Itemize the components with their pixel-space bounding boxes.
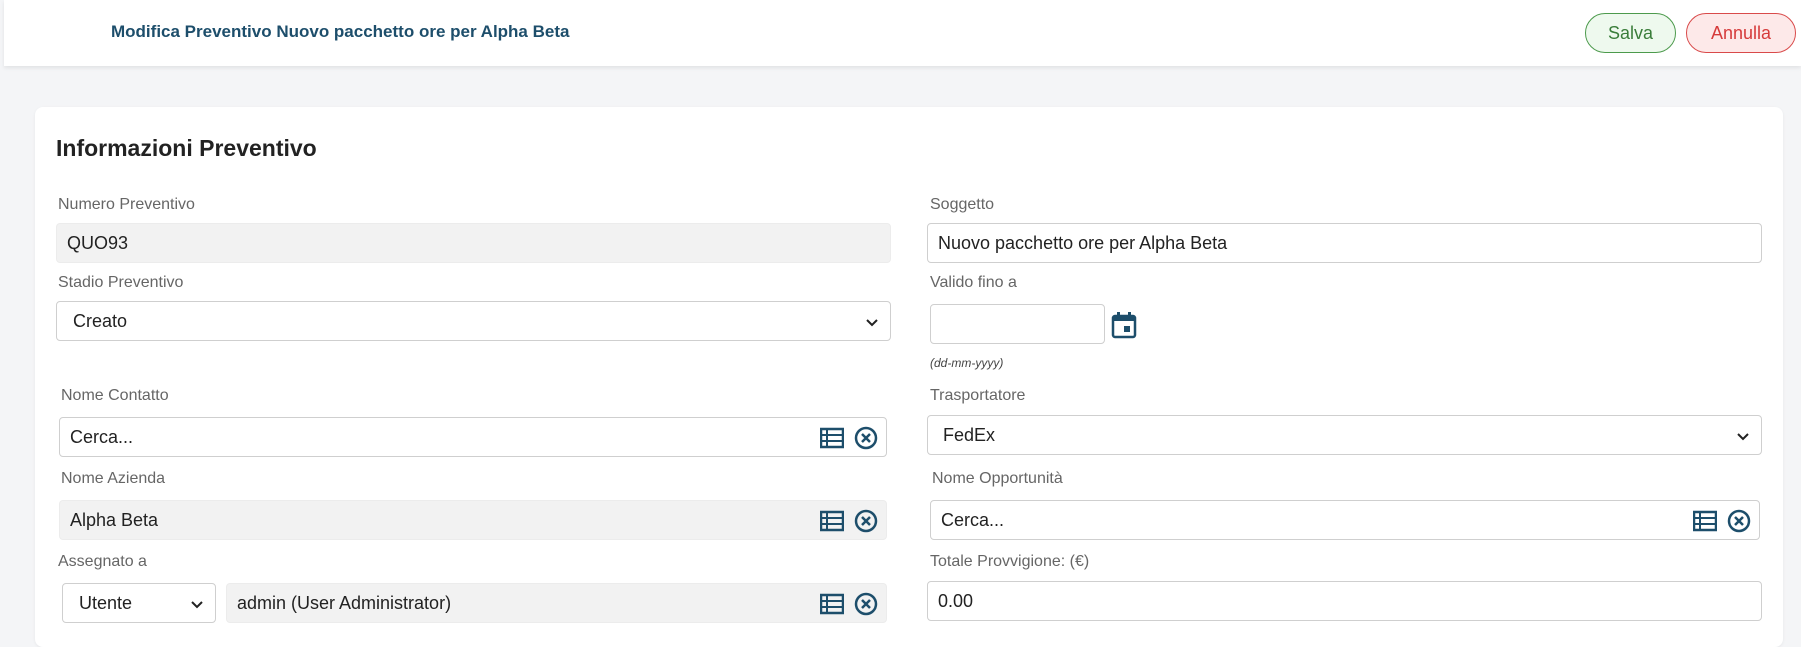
- nome-opportunita-input[interactable]: Cerca...: [930, 500, 1760, 540]
- stadio-preventivo-select[interactable]: Creato: [56, 301, 891, 341]
- totale-provvigione-input[interactable]: 0.00: [927, 581, 1762, 621]
- save-button[interactable]: Salva: [1585, 13, 1676, 53]
- totale-provvigione-value: 0.00: [938, 590, 974, 611]
- valido-fino-a-input[interactable]: [930, 304, 1105, 344]
- chevron-down-icon: [866, 319, 878, 327]
- nome-contatto-placeholder: Cerca...: [70, 426, 134, 447]
- nome-azienda-value: Alpha Beta: [70, 509, 159, 530]
- assegnato-a-field[interactable]: admin (User Administrator): [226, 583, 887, 623]
- chevron-down-icon: [191, 601, 203, 609]
- valido-fino-a-label: Valido fino a: [930, 274, 1017, 291]
- section-title: Informazioni Preventivo: [56, 135, 317, 161]
- totale-provvigione-label: Totale Provvigione: (€): [930, 553, 1090, 570]
- cancel-button[interactable]: Annulla: [1686, 13, 1796, 53]
- clear-circle-icon[interactable]: [854, 592, 878, 616]
- chevron-down-icon: [1737, 433, 1749, 441]
- list-icon[interactable]: [1693, 509, 1717, 533]
- page-title: Modifica Preventivo Nuovo pacchetto ore …: [111, 22, 570, 41]
- clear-circle-icon[interactable]: [854, 509, 878, 533]
- soggetto-value: Nuovo pacchetto ore per Alpha Beta: [938, 232, 1228, 253]
- list-icon[interactable]: [820, 426, 844, 450]
- assegnato-a-label: Assegnato a: [58, 553, 147, 570]
- numero-preventivo-label: Numero Preventivo: [58, 196, 195, 213]
- nome-opportunita-placeholder: Cerca...: [941, 509, 1005, 530]
- nome-azienda-field[interactable]: Alpha Beta: [59, 500, 887, 540]
- clear-circle-icon[interactable]: [1727, 509, 1751, 533]
- trasportatore-value: FedEx: [943, 424, 996, 445]
- assegnato-tipo-select[interactable]: Utente: [62, 583, 216, 623]
- numero-preventivo-field: QUO93: [56, 223, 891, 263]
- nome-contatto-input[interactable]: Cerca...: [59, 417, 887, 457]
- list-icon[interactable]: [820, 592, 844, 616]
- assegnato-a-value: admin (User Administrator): [237, 592, 452, 613]
- trasportatore-select[interactable]: FedEx: [927, 415, 1762, 455]
- list-icon[interactable]: [820, 509, 844, 533]
- clear-circle-icon[interactable]: [854, 426, 878, 450]
- soggetto-input[interactable]: Nuovo pacchetto ore per Alpha Beta: [927, 223, 1762, 263]
- top-bar: Modifica Preventivo Nuovo pacchetto ore …: [4, 0, 1801, 66]
- nome-opportunita-label: Nome Opportunità: [932, 470, 1063, 487]
- numero-preventivo-value: QUO93: [67, 232, 129, 253]
- stadio-preventivo-value: Creato: [73, 310, 128, 331]
- date-format-hint: (dd-mm-yyyy): [930, 356, 1004, 370]
- soggetto-label: Soggetto: [930, 196, 995, 213]
- nome-azienda-label: Nome Azienda: [61, 470, 166, 487]
- info-card: [35, 107, 1783, 647]
- trasportatore-label: Trasportatore: [930, 387, 1026, 404]
- stadio-preventivo-label: Stadio Preventivo: [58, 274, 184, 291]
- nome-contatto-label: Nome Contatto: [61, 387, 169, 404]
- calendar-icon[interactable]: [1111, 311, 1137, 339]
- assegnato-tipo-value: Utente: [79, 592, 133, 613]
